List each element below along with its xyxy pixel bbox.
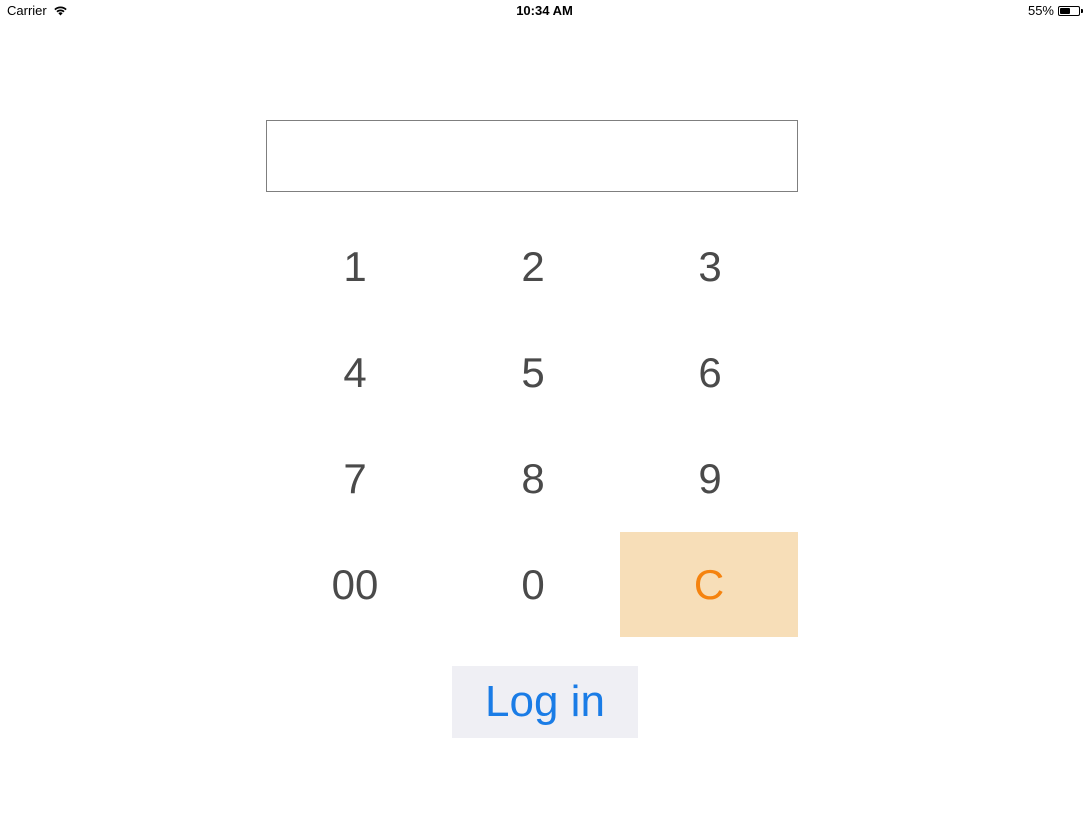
- battery-fill: [1060, 7, 1070, 14]
- status-right: 55%: [1028, 3, 1083, 18]
- key-1[interactable]: 1: [266, 214, 444, 320]
- status-bar: Carrier 10:34 AM 55%: [0, 0, 1089, 22]
- key-00[interactable]: 00: [266, 532, 444, 638]
- key-4[interactable]: 4: [266, 320, 444, 426]
- key-5[interactable]: 5: [444, 320, 622, 426]
- battery-percent: 55%: [1027, 3, 1054, 18]
- battery-body: [1058, 5, 1080, 16]
- key-6[interactable]: 6: [622, 320, 798, 426]
- key-9[interactable]: 9: [622, 426, 798, 532]
- key-8[interactable]: 8: [444, 426, 622, 532]
- pin-input[interactable]: [266, 120, 798, 192]
- battery-icon: [1058, 5, 1083, 16]
- key-7[interactable]: 7: [266, 426, 444, 532]
- key-2[interactable]: 2: [444, 214, 622, 320]
- key-0[interactable]: 0: [444, 532, 622, 638]
- clear-button[interactable]: C: [620, 532, 798, 637]
- login-button[interactable]: Log in: [452, 666, 638, 738]
- status-time: 10:34 AM: [516, 3, 573, 18]
- keypad: 1 2 3 4 5 6 7 8 9 00 0 C: [266, 214, 798, 638]
- key-3[interactable]: 3: [622, 214, 798, 320]
- battery-nub: [1081, 8, 1083, 13]
